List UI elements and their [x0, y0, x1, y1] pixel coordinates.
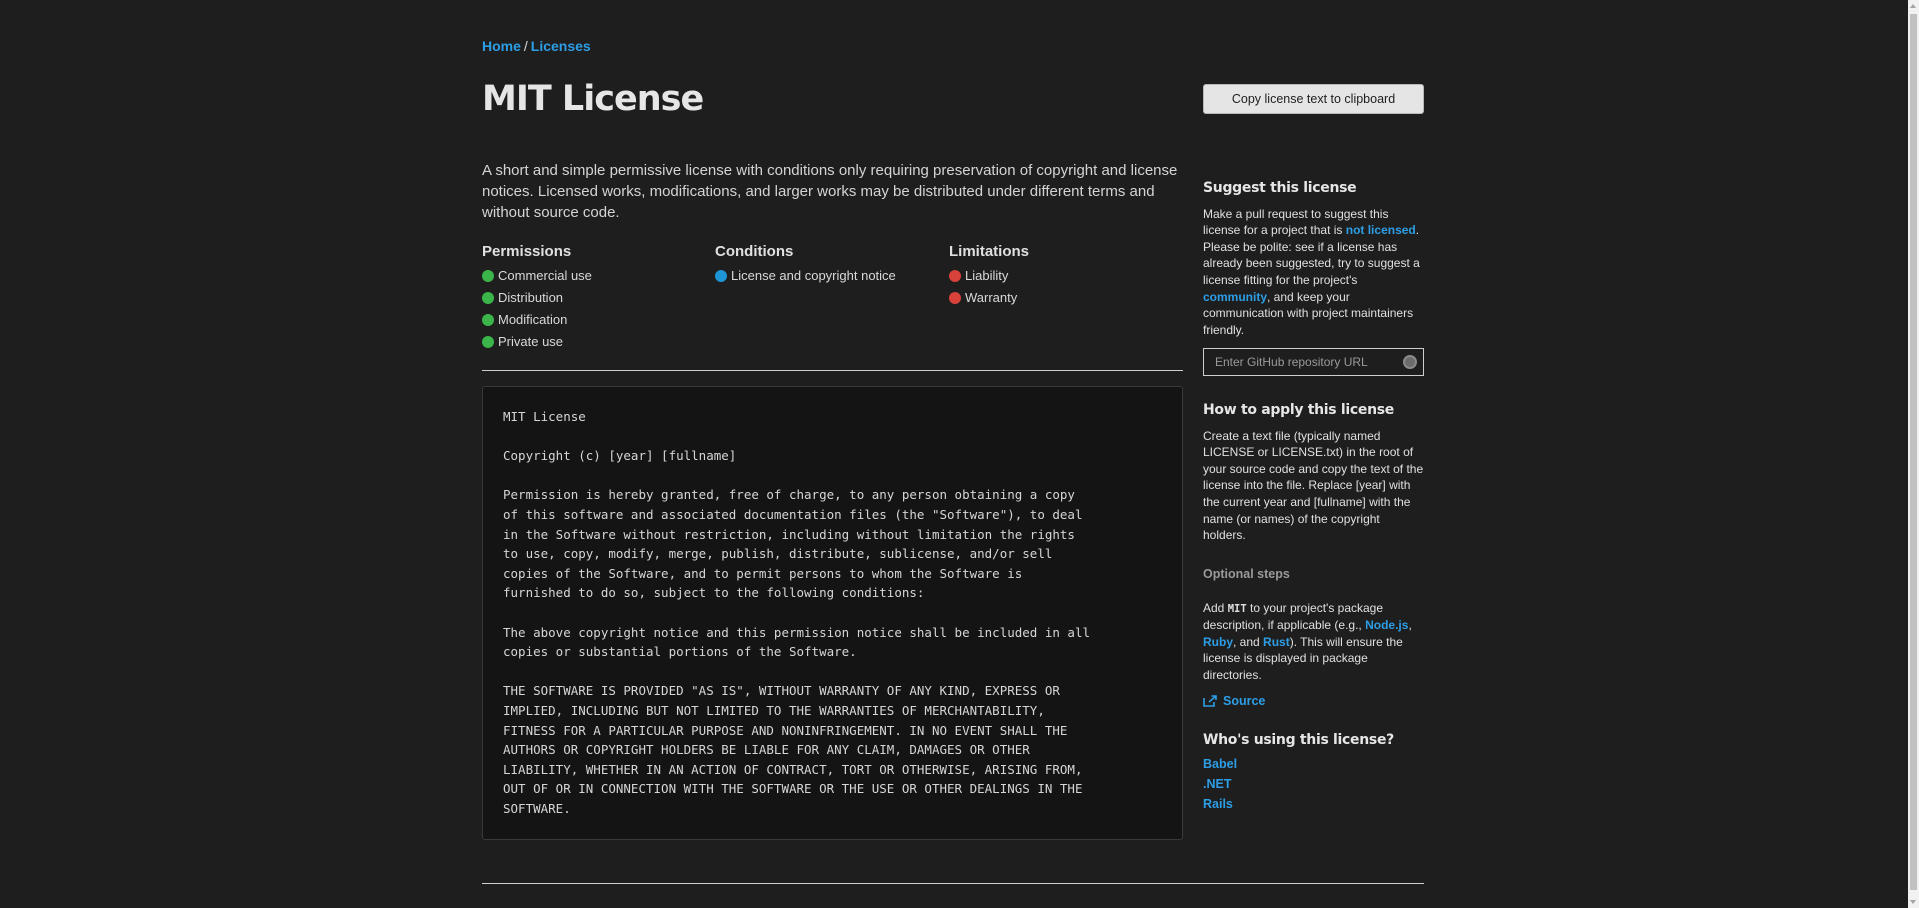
conditions-heading: Conditions: [715, 243, 794, 260]
suggest-text: Make a pull request to suggest this lice…: [1203, 206, 1424, 339]
user-link-dotnet[interactable]: .NET: [1203, 774, 1424, 794]
permission-label: Private use: [498, 334, 564, 349]
community-link[interactable]: community: [1203, 290, 1267, 304]
license-main: A short and simple permissive license wi…: [482, 160, 1183, 840]
license-description: A short and simple permissive license wi…: [482, 162, 1178, 221]
license-text-box[interactable]: MIT License Copyright (c) [year] [fullna…: [482, 386, 1183, 840]
users-heading: Who's using this license?: [1203, 732, 1394, 748]
rust-link[interactable]: Rust: [1263, 635, 1290, 649]
users-list: Babel .NET Rails: [1203, 754, 1424, 814]
permission-item: Distribution: [482, 287, 592, 309]
user-link-rails[interactable]: Rails: [1203, 794, 1424, 814]
condition-label: License and copyright notice: [731, 268, 896, 283]
page-title: MIT License: [482, 79, 704, 119]
green-dot-icon: [482, 314, 494, 326]
page-container: Home / Licenses MIT License Copy license t…: [482, 0, 1424, 908]
scroll-down-arrow-icon[interactable]: [1910, 900, 1916, 904]
limitation-item: Warranty: [949, 287, 1029, 309]
red-dot-icon: [949, 292, 961, 304]
repository-url-placeholder: Enter GitHub repository URL: [1215, 355, 1368, 370]
license-text[interactable]: MIT License Copyright (c) [year] [fullna…: [503, 407, 1162, 818]
breadcrumb-home-link[interactable]: Home: [482, 38, 521, 54]
source-link[interactable]: Source: [1203, 693, 1424, 710]
repository-url-input[interactable]: Enter GitHub repository URL: [1203, 348, 1424, 377]
vertical-scrollbar[interactable]: [1908, 0, 1919, 908]
scrollbar-thumb[interactable]: [1910, 14, 1917, 890]
optional-steps-heading: Optional steps: [1203, 567, 1290, 581]
optional-steps-text: Add MIT to your project's package descri…: [1203, 600, 1424, 684]
apply-section: How to apply this license Create a text …: [1203, 402, 1424, 544]
blue-dot-icon: [715, 270, 727, 282]
section-divider: [482, 370, 1183, 371]
copy-license-button[interactable]: Copy license text to clipboard: [1203, 84, 1424, 114]
scroll-up-arrow-icon[interactable]: [1910, 4, 1916, 8]
limitation-item: Liability: [949, 265, 1029, 287]
breadcrumb-licenses-link[interactable]: Licenses: [531, 38, 591, 54]
footer-divider: [482, 883, 1424, 884]
breadcrumb-separator: /: [523, 38, 528, 54]
apply-heading: How to apply this license: [1203, 402, 1394, 418]
source-link-label: Source: [1223, 693, 1266, 708]
optional-text-part: ,: [1408, 618, 1412, 633]
green-dot-icon: [482, 336, 494, 348]
loading-spinner-icon: [1403, 355, 1417, 370]
user-link-babel[interactable]: Babel: [1203, 754, 1424, 774]
users-section: Who's using this license? Babel .NET Rai…: [1203, 732, 1424, 814]
permission-item: Modification: [482, 309, 592, 331]
nodejs-link[interactable]: Node.js: [1365, 618, 1408, 632]
permission-label: Modification: [498, 312, 568, 327]
limitation-label: Warranty: [965, 290, 1018, 305]
permission-label: Commercial use: [498, 268, 592, 283]
permissions-column: Permissions Commercial use Distribution …: [482, 243, 592, 353]
green-dot-icon: [482, 270, 494, 282]
optional-section: Optional steps Add MIT to your project's…: [1203, 566, 1424, 709]
limitations-column: Limitations Liability Warranty: [949, 243, 1029, 309]
optional-text-part: , and: [1233, 634, 1264, 649]
optional-text-part: Add: [1203, 600, 1228, 615]
breadcrumb: Home / Licenses: [482, 38, 591, 54]
permission-label: Distribution: [498, 290, 564, 305]
external-link-icon: [1203, 694, 1217, 707]
suggest-section: Suggest this license Make a pull request…: [1203, 180, 1424, 377]
permission-item: Commercial use: [482, 265, 592, 287]
limitations-heading: Limitations: [949, 243, 1030, 260]
limitation-label: Liability: [965, 268, 1009, 283]
condition-item: License and copyright notice: [715, 265, 896, 287]
red-dot-icon: [949, 270, 961, 282]
green-dot-icon: [482, 292, 494, 304]
permission-item: Private use: [482, 331, 592, 353]
ruby-link[interactable]: Ruby: [1203, 635, 1233, 649]
permissions-heading: Permissions: [482, 243, 572, 260]
apply-text: Create a text file (typically named LICE…: [1203, 428, 1424, 543]
mit-code: MIT: [1227, 602, 1247, 615]
conditions-column: Conditions License and copyright notice: [715, 243, 896, 287]
suggest-heading: Suggest this license: [1203, 180, 1357, 196]
not-licensed-link[interactable]: not licensed: [1346, 223, 1416, 237]
license-rules: Permissions Commercial use Distribution …: [482, 243, 1183, 363]
